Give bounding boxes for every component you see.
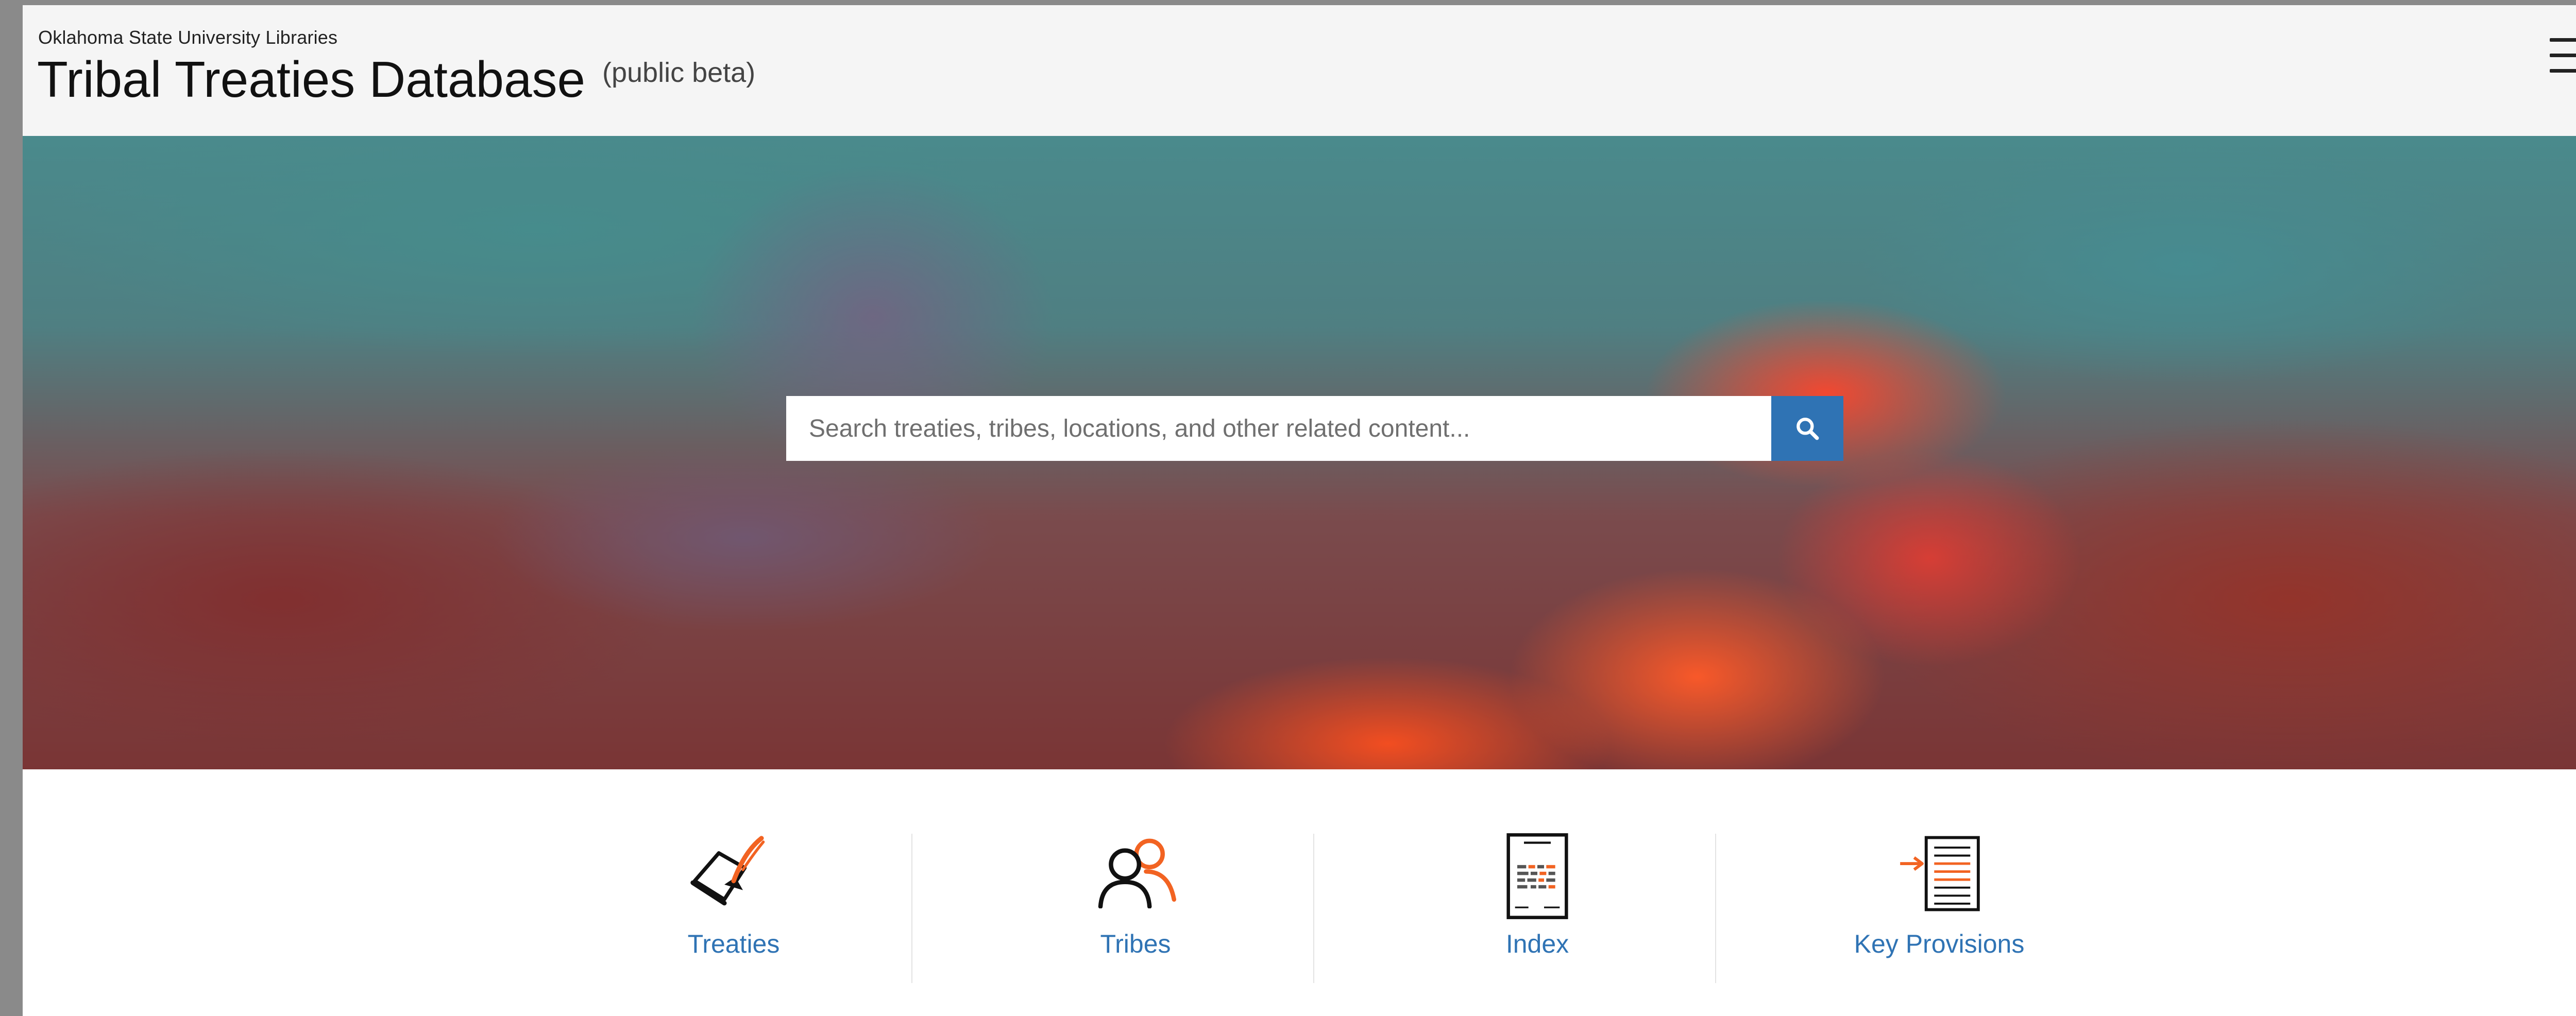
nav-item-treaties[interactable]: Treaties xyxy=(589,831,878,986)
site-title[interactable]: Tribal Treaties Database xyxy=(37,50,585,109)
nav-divider xyxy=(1715,834,1716,983)
search-input[interactable] xyxy=(786,396,1771,461)
key-provisions-document-arrow-icon xyxy=(1900,836,1980,911)
nav-divider xyxy=(1313,834,1314,983)
nav-label-key-provisions: Key Provisions xyxy=(1854,929,2025,958)
quick-links-nav: Treaties Tribes Index Key Provisions xyxy=(23,769,2576,1016)
page: Oklahoma State University Libraries Trib… xyxy=(23,5,2576,1016)
nav-item-key-provisions[interactable]: Key Provisions xyxy=(1795,831,2083,986)
index-document-icon xyxy=(1506,833,1568,919)
nav-divider xyxy=(911,834,912,983)
nav-label-index: Index xyxy=(1505,929,1569,958)
hamburger-menu-icon[interactable] xyxy=(2550,36,2576,75)
search-icon xyxy=(1797,418,1819,440)
site-header: Oklahoma State University Libraries Trib… xyxy=(23,5,2576,136)
search-button[interactable] xyxy=(1771,396,1843,461)
nav-item-index[interactable]: Index xyxy=(1393,831,1682,986)
nav-label-tribes: Tribes xyxy=(1100,929,1171,958)
nav-label-treaties: Treaties xyxy=(687,929,780,958)
nav-item-tribes[interactable]: Tribes xyxy=(991,831,1280,986)
organization-name: Oklahoma State University Libraries xyxy=(38,27,338,48)
beta-badge: (public beta) xyxy=(602,57,756,88)
hero-banner xyxy=(23,136,2576,769)
people-icon xyxy=(1098,838,1177,908)
search-bar xyxy=(786,396,1843,461)
treaty-document-quill-icon xyxy=(690,836,765,906)
